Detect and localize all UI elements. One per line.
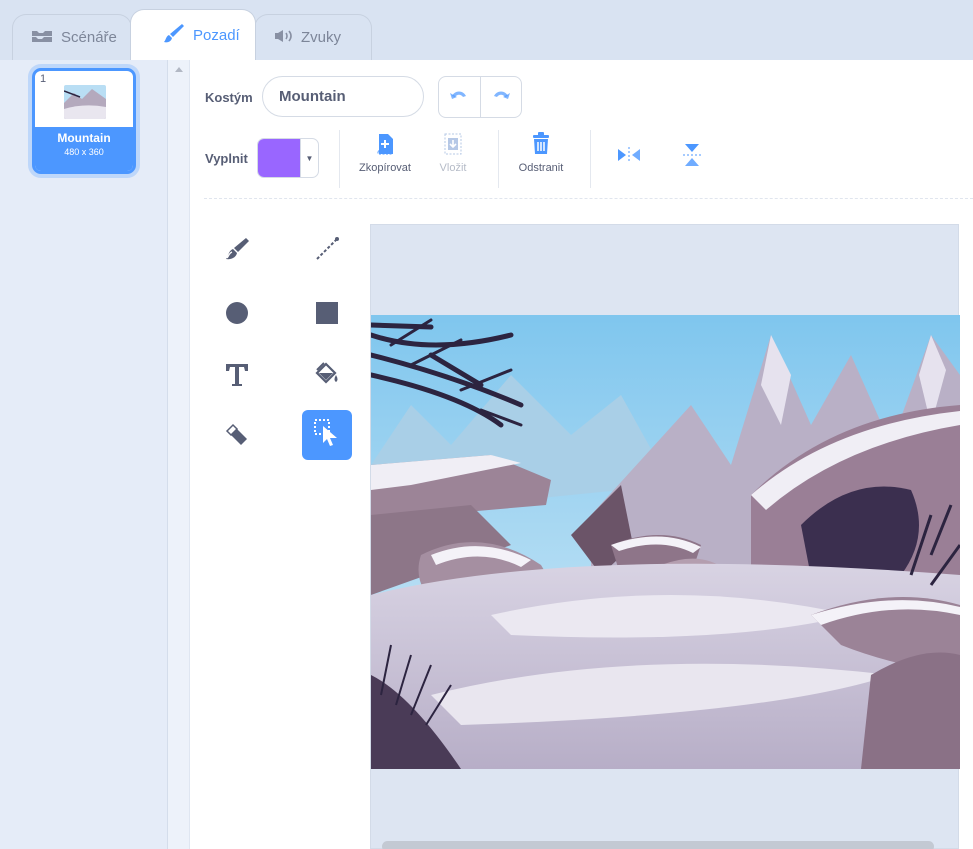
chevron-down-icon: ▼ [300,139,318,177]
trash-icon [510,132,572,159]
paint-editor-app: Scénáře Pozadí Zvuky 1 Mountain 480 x 36… [0,0,973,849]
redo-icon [491,88,511,107]
copy-icon [353,132,417,159]
tab-sounds-label: Zvuky [301,29,342,46]
fill-tool[interactable] [302,352,352,402]
fill-bucket-icon [313,361,341,394]
toolbar-divider [339,130,340,188]
costume-name-label: Kostým [205,90,253,105]
costume-label: Mountain 480 x 360 [35,127,133,171]
costume-card-mountain[interactable]: 1 Mountain 480 x 360 [32,68,136,174]
paintbrush-icon [163,22,185,48]
toolbar-divider [498,130,499,188]
rectangle-icon [314,300,340,331]
delete-button[interactable]: Odstranit [510,132,572,174]
costume-list-scrollbar[interactable] [168,60,190,849]
line-tool[interactable] [302,226,352,276]
paste-icon [430,132,476,159]
undo-redo-group [438,76,522,118]
tab-sounds[interactable]: Zvuky [254,14,372,60]
fill-color-swatch [258,139,300,177]
tab-scripts[interactable]: Scénáře [12,14,132,60]
backdrop-artwork [371,315,960,769]
paste-label: Vložit [439,162,467,174]
text-tool[interactable] [212,352,262,402]
copy-label: Zkopírovat [359,162,411,174]
tab-backdrop[interactable]: Pozadí [130,9,256,60]
delete-label: Odstranit [518,162,564,174]
costume-name: Mountain [57,131,111,145]
flip-vertical-icon [673,142,711,171]
redo-button[interactable] [479,77,522,117]
toolbar-separator [204,198,973,199]
costume-thumbnail [64,85,106,119]
speaker-icon [273,29,293,47]
costume-size: 480 x 360 [64,147,104,157]
eraser-tool[interactable] [212,412,262,462]
circle-tool[interactable] [212,290,262,340]
toolbar-divider [590,130,591,188]
select-icon [313,418,341,453]
paint-canvas[interactable] [370,224,960,849]
brush-tool[interactable] [212,226,262,276]
tab-scripts-label: Scénáře [61,29,117,46]
canvas-horizontal-scrollbar[interactable] [382,841,934,849]
flip-horizontal-button[interactable] [610,146,648,170]
code-blocks-icon [31,28,53,48]
line-icon [314,236,340,267]
circle-icon [224,300,250,331]
costume-index: 1 [40,73,47,85]
costume-name-input[interactable]: Mountain [262,76,424,117]
text-icon [224,362,250,393]
fill-color-picker[interactable]: ▼ [257,138,319,178]
paint-editor: Kostým Mountain Vyplnit ▼ Zkopírovat Vlo… [190,60,973,849]
rectangle-tool[interactable] [302,290,352,340]
brush-icon [224,236,250,267]
tab-backdrop-label: Pozadí [193,26,240,44]
copy-button[interactable]: Zkopírovat [353,132,417,174]
fill-label: Vyplnit [205,151,248,166]
flip-vertical-button[interactable] [673,142,711,174]
costume-list: 1 Mountain 480 x 360 [0,60,168,849]
undo-icon [449,88,469,107]
paste-button[interactable]: Vložit [430,132,476,174]
eraser-icon [223,421,251,454]
undo-button[interactable] [439,77,480,117]
select-tool[interactable] [302,410,352,460]
tab-bar: Scénáře Pozadí Zvuky [0,0,973,60]
flip-horizontal-icon [610,146,648,167]
scroll-up-arrow-icon[interactable] [175,67,183,72]
